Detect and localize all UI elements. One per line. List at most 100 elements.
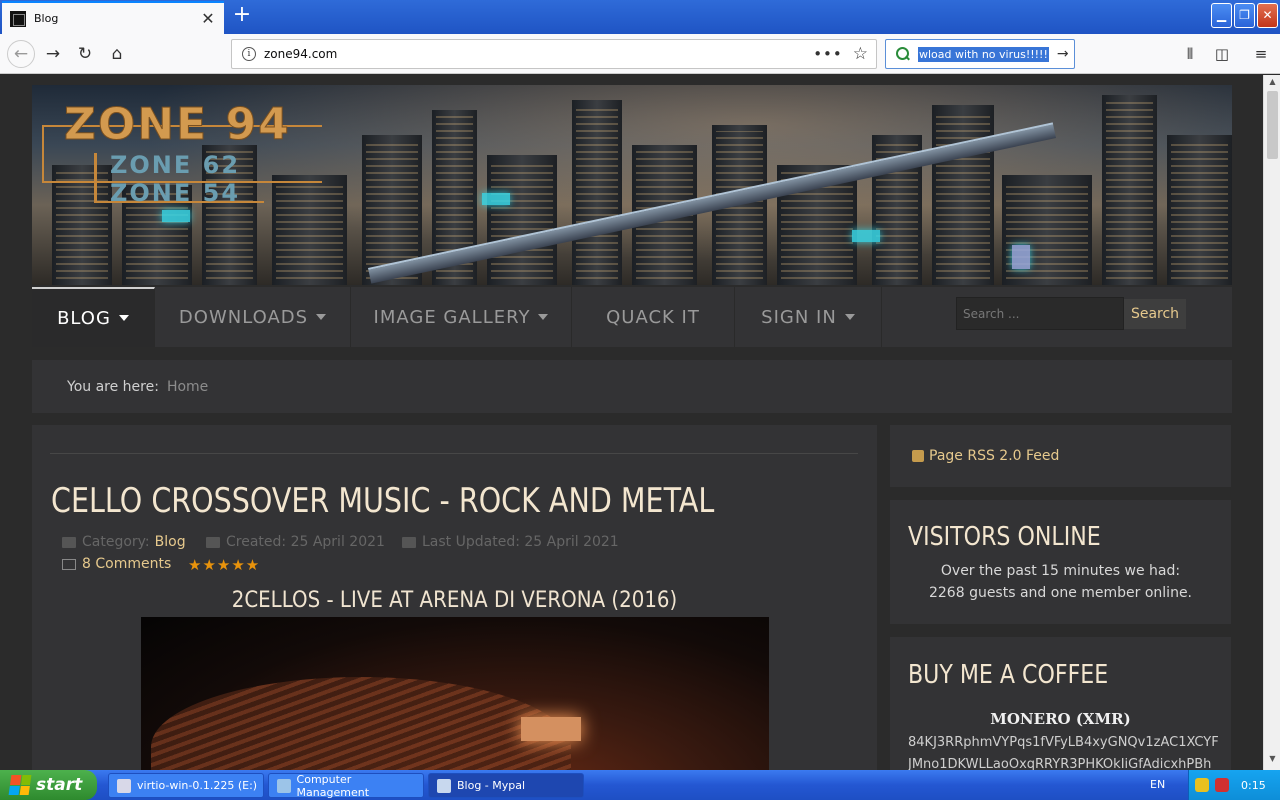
windows-logo-icon: [8, 775, 32, 795]
search-engine-icon[interactable]: [894, 45, 914, 63]
system-tray: 0:15: [1188, 770, 1280, 800]
divider: [50, 453, 858, 454]
taskbar-item-label: virtio-win-0.1.225 (E:): [137, 779, 258, 792]
forward-button[interactable]: →: [41, 42, 65, 66]
wallet-address-line-1[interactable]: 84KJ3RRphmVYPqs1fVFyLB4xyGNQv1zAC1XCYF: [908, 735, 1218, 750]
scroll-down-arrow-icon[interactable]: ▼: [1266, 754, 1279, 768]
coin-title: MONERO (XMR): [990, 710, 1131, 728]
tab-blog[interactable]: Blog ✕: [2, 1, 224, 34]
breadcrumb-home[interactable]: Home: [167, 379, 208, 395]
menu-label: QUACK IT: [606, 306, 700, 328]
wallet-address-line-2[interactable]: JMno1DKWLLaoOxqRRYR3PHKOkIiGfAdicxhPBh: [908, 757, 1218, 770]
article-category: Category: Blog: [62, 534, 186, 550]
page-scrollbar[interactable]: ▲ ▼: [1263, 75, 1280, 770]
site-favicon-icon: [10, 10, 26, 27]
back-button[interactable]: ←: [7, 40, 35, 68]
folder-icon: [62, 536, 76, 548]
new-tab-button[interactable]: +: [230, 4, 254, 28]
article-title[interactable]: CELLO CROSSOVER MUSIC - ROCK AND METAL: [51, 481, 714, 521]
article-card: CELLO CROSSOVER MUSIC - ROCK AND METAL C…: [32, 425, 877, 770]
page-actions-icon[interactable]: •••: [813, 45, 843, 63]
menu-item-quack-it[interactable]: QUACK IT: [572, 287, 735, 347]
taskbar-item-virtio[interactable]: virtio-win-0.1.225 (E:): [108, 773, 264, 798]
rss-label[interactable]: Page RSS 2.0 Feed: [929, 448, 1059, 464]
comment-icon: [62, 558, 76, 570]
updated-date: Last Updated: 25 April 2021: [422, 534, 619, 550]
reload-button[interactable]: ↻: [73, 42, 97, 66]
menu-item-blog[interactable]: BLOG: [32, 287, 155, 347]
tab-close-icon[interactable]: ✕: [200, 10, 216, 27]
site-banner: ZONE 94 ZONE 62 ZONE 54: [32, 85, 1232, 285]
library-icon[interactable]: ⫴: [1180, 44, 1200, 64]
taskbar-item-computer-management[interactable]: Computer Management: [268, 772, 424, 799]
menu-item-sign-in[interactable]: SIGN IN: [735, 287, 882, 347]
drive-icon: [117, 778, 131, 793]
scroll-up-arrow-icon[interactable]: ▲: [1266, 77, 1279, 91]
category-link[interactable]: Blog: [155, 534, 186, 550]
calendar-icon: [206, 536, 220, 548]
breadcrumb-label: You are here:: [67, 378, 159, 395]
site-search-button[interactable]: Search: [1124, 299, 1186, 329]
logo-subtitle-2: ZONE 54: [110, 179, 241, 207]
visitors-line-2: 2268 guests and one member online.: [928, 585, 1193, 601]
language-indicator[interactable]: EN: [1150, 778, 1165, 791]
visitors-online-module: VISITORS ONLINE Over the past 15 minutes…: [890, 500, 1231, 624]
windows-taskbar: start virtio-win-0.1.225 (E:) Computer M…: [0, 770, 1280, 800]
dropdown-caret-icon: [118, 315, 129, 321]
rss-feed-link[interactable]: Page RSS 2.0 Feed: [890, 425, 1231, 487]
url-text[interactable]: zone94.com: [264, 47, 813, 61]
category-label: Category:: [82, 534, 150, 550]
comments-link[interactable]: 8 Comments: [62, 556, 171, 572]
bookmark-star-icon[interactable]: ☆: [853, 44, 868, 64]
article-updated: Last Updated: 25 April 2021: [402, 534, 619, 550]
antivirus-icon[interactable]: [1215, 778, 1229, 792]
mypal-browser-icon: [437, 778, 451, 793]
minimize-button[interactable]: ▁: [1211, 3, 1232, 28]
site-logo[interactable]: ZONE 94: [64, 99, 291, 151]
page-viewport: ZONE 94 ZONE 62 ZONE 54 BLOG DOWNLOADS I…: [0, 75, 1263, 770]
coffee-heading: BUY ME A COFFEE: [908, 660, 1109, 690]
rating-stars[interactable]: ★★★★★: [188, 556, 260, 574]
taskbar-item-label: Computer Management: [296, 772, 370, 799]
menu-item-image-gallery[interactable]: IMAGE GALLERY: [351, 287, 572, 347]
logo-subtitle-1: ZONE 62: [110, 151, 241, 179]
comments-count[interactable]: 8 Comments: [82, 556, 171, 572]
maximize-button[interactable]: ❐: [1234, 3, 1255, 28]
buy-me-a-coffee-module: BUY ME A COFFEE MONERO (XMR) 84KJ3RRphmV…: [890, 637, 1231, 770]
dropdown-caret-icon: [538, 314, 549, 320]
rss-icon: [912, 450, 924, 462]
site-search-input[interactable]: Search ...: [956, 297, 1124, 330]
taskbar-item-blog-mypal[interactable]: Blog - Mypal: [428, 773, 584, 798]
start-button[interactable]: start: [0, 770, 97, 800]
navigation-toolbar: ← → ↻ ⌂ i zone94.com ••• ☆ wload with no…: [0, 34, 1280, 74]
security-shield-icon[interactable]: [1195, 778, 1209, 792]
menu-label: DOWNLOADS: [178, 306, 309, 328]
scroll-thumb[interactable]: [1267, 91, 1278, 159]
start-label: start: [36, 775, 83, 795]
taskbar-item-label: Blog - Mypal: [457, 779, 526, 792]
created-date: Created: 25 April 2021: [226, 534, 385, 550]
clock[interactable]: 0:15: [1241, 779, 1266, 792]
video-player[interactable]: [141, 617, 769, 770]
menu-label: BLOG: [57, 307, 111, 329]
menu-hamburger-icon[interactable]: ≡: [1251, 44, 1271, 64]
url-bar[interactable]: i zone94.com ••• ☆: [231, 39, 877, 69]
menu-item-downloads[interactable]: DOWNLOADS: [155, 287, 351, 347]
search-go-arrow-icon[interactable]: →: [1057, 46, 1069, 62]
tab-bar: Blog ✕ + ▁ ❐ ✕: [0, 0, 1280, 34]
sidebar-toggle-icon[interactable]: ◫: [1212, 44, 1232, 64]
computer-management-icon: [277, 778, 291, 793]
visitors-heading: VISITORS ONLINE: [908, 522, 1101, 552]
menu-label: SIGN IN: [761, 306, 837, 328]
breadcrumb: You are here: Home: [32, 360, 1232, 413]
visitors-line-1: Over the past 15 minutes we had:: [940, 563, 1181, 579]
close-window-button[interactable]: ✕: [1257, 3, 1278, 28]
search-field-text[interactable]: wload with no virus!!!!!: [918, 46, 1049, 62]
calendar-icon: [402, 536, 416, 548]
site-info-icon[interactable]: i: [242, 47, 256, 61]
browser-search-field[interactable]: wload with no virus!!!!! →: [885, 39, 1075, 69]
video-title: 2CELLOS - LIVE AT ARENA DI VERONA (2016): [231, 588, 678, 613]
home-button[interactable]: ⌂: [105, 42, 129, 66]
site-main-menu: BLOG DOWNLOADS IMAGE GALLERY QUACK IT SI…: [32, 287, 1232, 347]
dropdown-caret-icon: [844, 314, 855, 320]
